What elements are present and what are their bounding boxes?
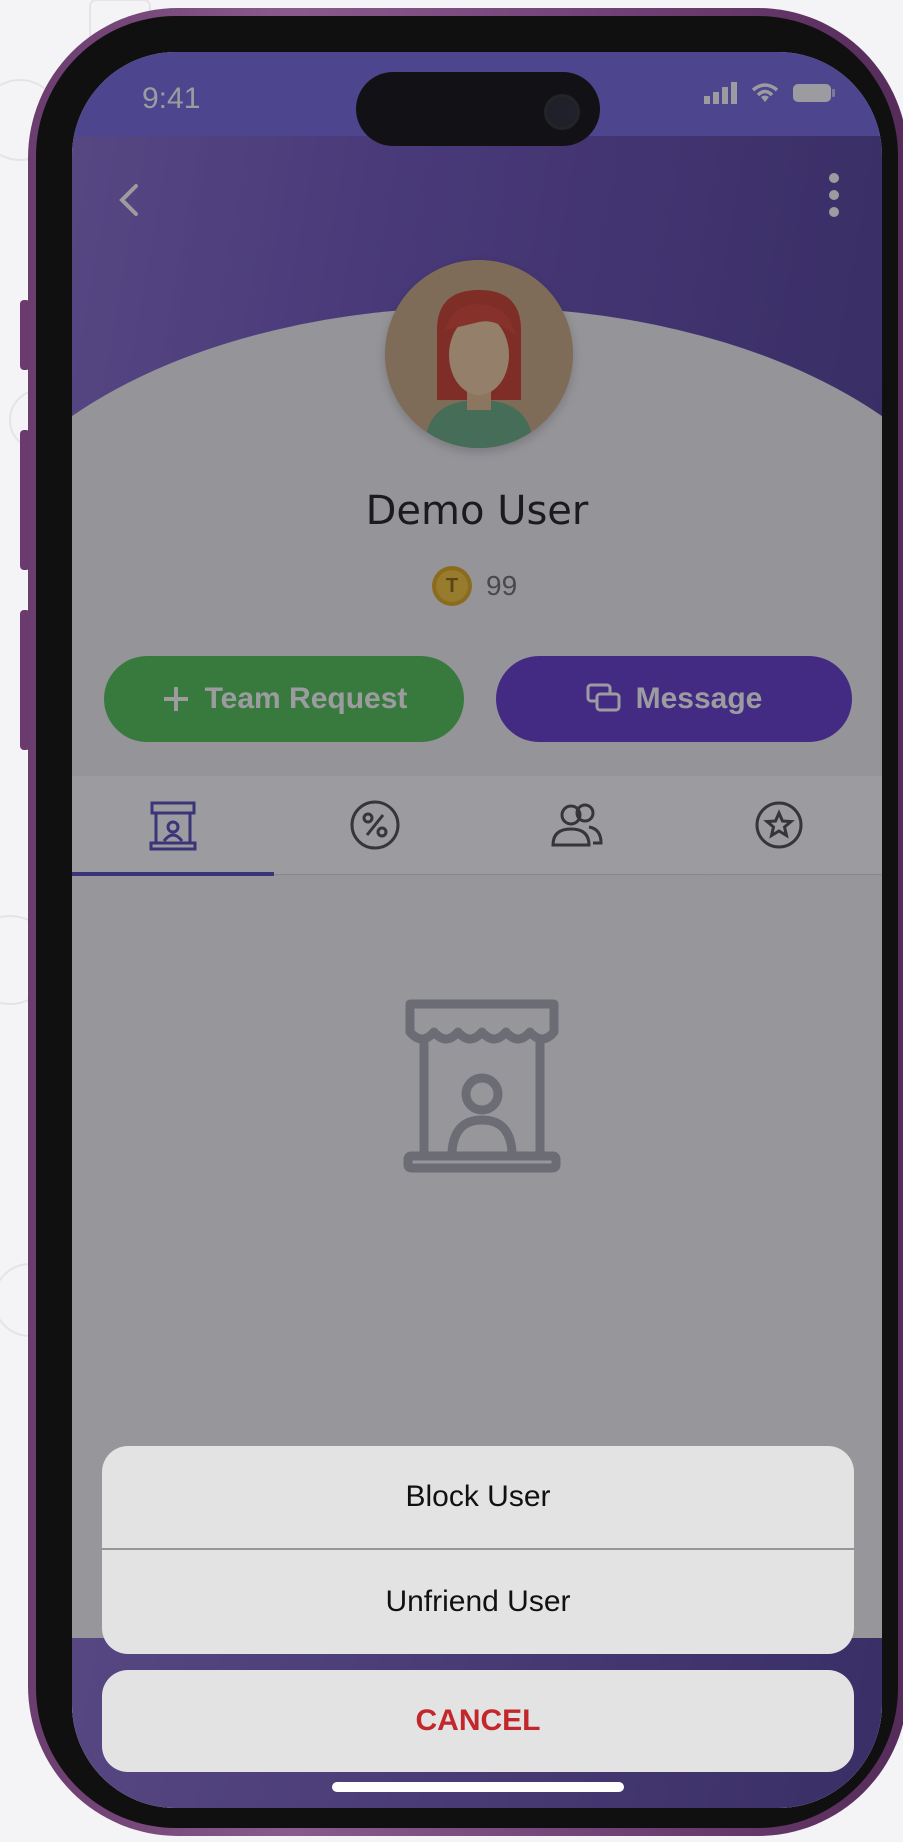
cancel-label: CANCEL [415, 1704, 541, 1737]
mute-switch [20, 300, 30, 370]
block-user-label: Block User [405, 1480, 551, 1513]
volume-down-button [20, 610, 30, 750]
unfriend-user-label: Unfriend User [385, 1585, 571, 1618]
app-screen: 9:41 Demo User T 99 Team Request Message… [72, 52, 882, 1808]
unfriend-user-option[interactable]: Unfriend User [102, 1550, 854, 1654]
block-user-option[interactable]: Block User [102, 1446, 854, 1548]
home-indicator[interactable] [332, 1782, 624, 1792]
cancel-button[interactable]: CANCEL [102, 1670, 854, 1772]
volume-up-button [20, 430, 30, 570]
